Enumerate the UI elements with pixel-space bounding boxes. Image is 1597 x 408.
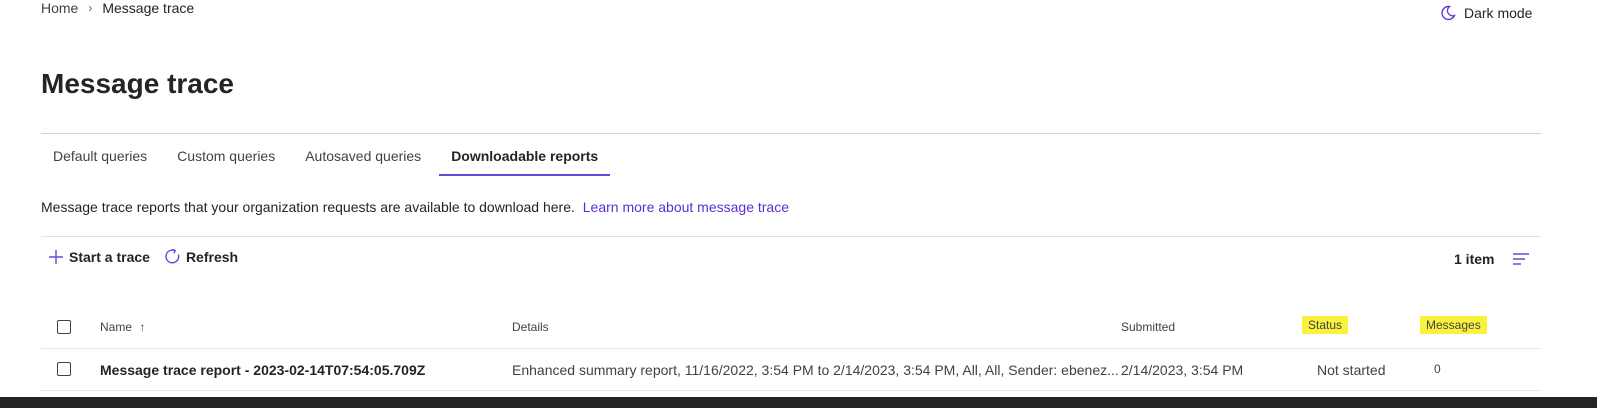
column-header-details[interactable]: Details [512,320,549,334]
commandbar: Start a trace Refresh [48,248,238,265]
row-status: Not started [1317,362,1386,378]
dark-mode-toggle[interactable]: Dark mode [1440,5,1532,21]
tab-list: Default queries Custom queries Autosaved… [41,140,616,176]
description-text: Message trace reports that your organiza… [41,199,575,215]
tab-custom-queries[interactable]: Custom queries [165,140,287,176]
start-trace-button[interactable]: Start a trace [48,249,150,265]
title-divider [41,133,1541,134]
breadcrumb-separator: › [88,1,93,15]
item-count: 1 item [1454,251,1495,267]
breadcrumb: Home › Message trace [41,0,194,16]
moon-icon [1441,5,1456,21]
dark-mode-label: Dark mode [1464,5,1533,21]
messages-header-label: Messages [1420,316,1487,334]
page-title: Message trace [41,68,235,99]
tab-autosaved-queries[interactable]: Autosaved queries [293,140,433,176]
status-header-label: Status [1302,316,1349,334]
tab-default-queries[interactable]: Default queries [41,140,159,176]
column-header-submitted[interactable]: Submitted [1121,320,1175,334]
learn-more-link[interactable]: Learn more about message trace [583,199,789,215]
sort-ascending-icon: ↑ [139,320,146,334]
header-divider [41,348,1541,349]
breadcrumb-home[interactable]: Home [41,0,78,16]
page-description: Message trace reports that your organiza… [41,199,789,215]
row-messages-count: 0 [1434,362,1441,376]
row-checkbox[interactable] [57,362,71,376]
row-name[interactable]: Message trace report - 2023-02-14T07:54:… [100,362,425,378]
refresh-button[interactable]: Refresh [164,248,238,265]
column-options-button[interactable] [1512,252,1530,271]
refresh-icon [165,248,180,264]
list-menu-icon [1513,253,1529,265]
tab-downloadable-reports[interactable]: Downloadable reports [439,140,611,176]
column-header-messages[interactable]: Messages [1420,316,1487,334]
column-header-name[interactable]: Name ↑ [100,320,145,334]
select-all-checkbox[interactable] [57,320,71,334]
column-header-status[interactable]: Status [1302,316,1349,334]
breadcrumb-current: Message trace [102,0,195,16]
row-submitted: 2/14/2023, 3:54 PM [1121,362,1244,378]
column-name-label: Name [100,320,133,334]
refresh-label: Refresh [185,248,239,265]
row-divider [41,390,1541,391]
commandbar-divider [41,236,1541,237]
add-icon [49,249,63,264]
start-trace-label: Start a trace [69,248,150,265]
taskbar-edge [0,397,1597,408]
row-details: Enhanced summary report, 11/16/2022, 3:5… [512,362,1119,378]
